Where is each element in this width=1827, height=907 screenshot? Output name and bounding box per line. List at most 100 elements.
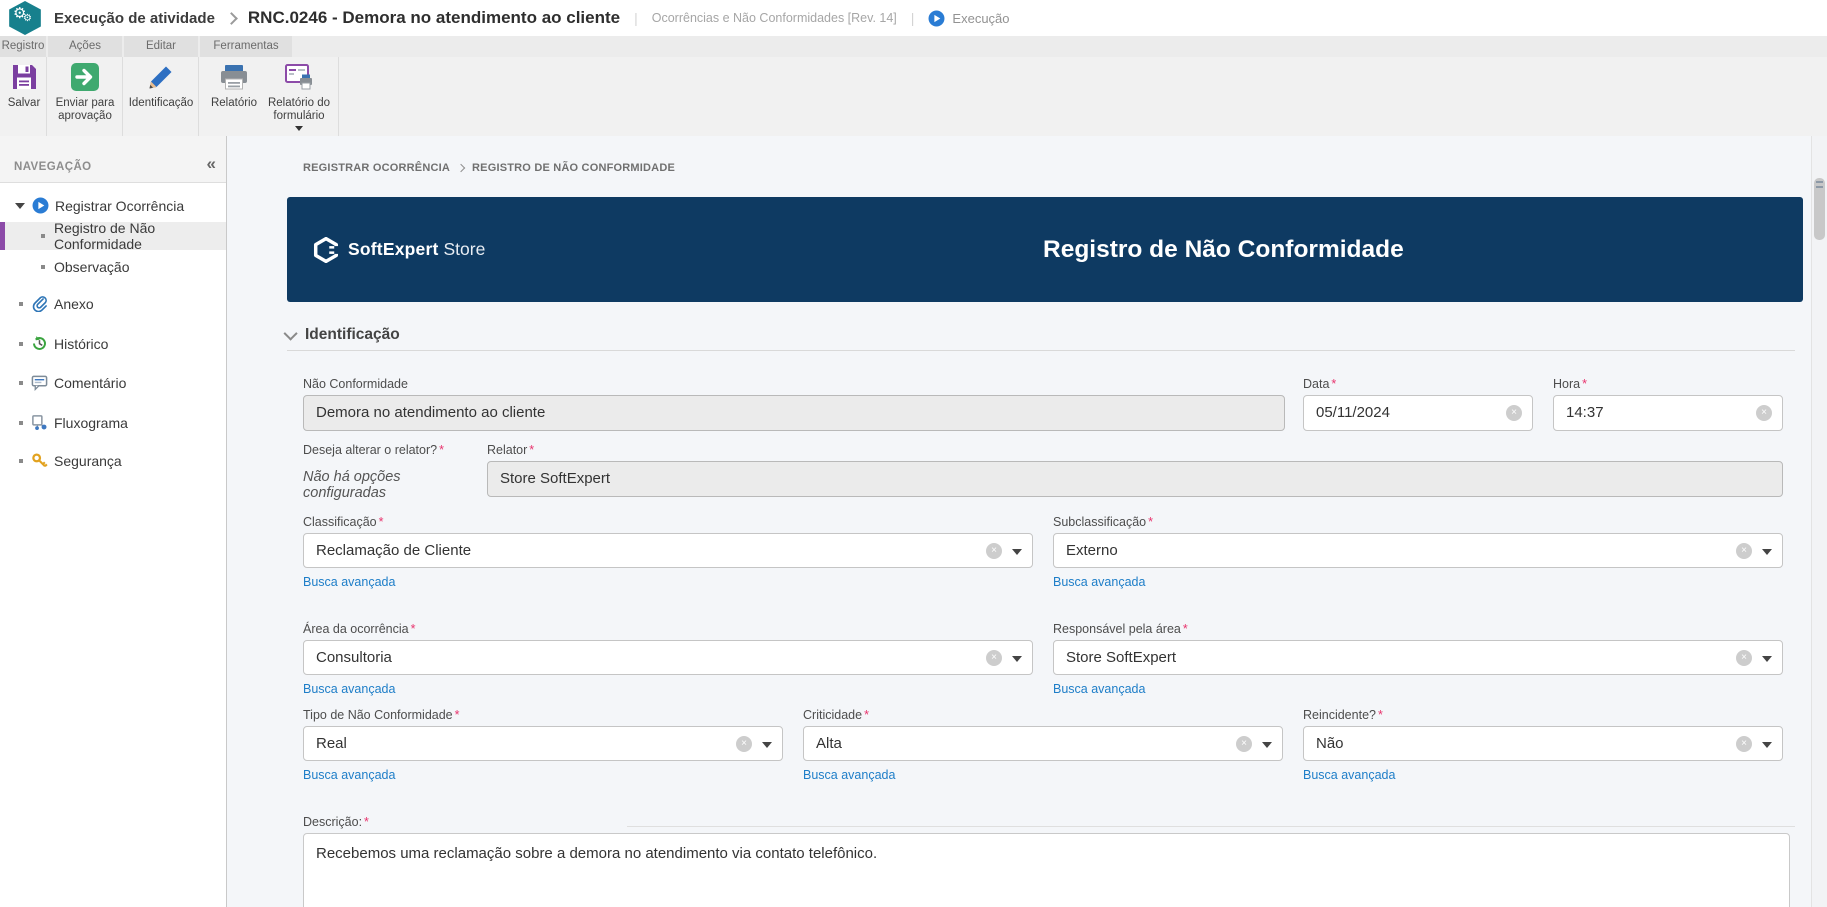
bullet-icon — [19, 380, 23, 385]
required-marker: * — [378, 515, 384, 529]
play-icon — [32, 197, 49, 214]
clear-icon[interactable]: × — [1736, 649, 1752, 666]
advanced-search-link[interactable]: Busca avançada — [803, 768, 895, 782]
toolbar-separator — [338, 57, 339, 136]
softexpert-hexagon-icon — [313, 236, 339, 263]
advanced-search-link[interactable]: Busca avançada — [1053, 575, 1145, 589]
field-area-ocorrencia: Área da ocorrência * Consultoria × Busca a… — [303, 622, 1033, 698]
clear-icon[interactable]: × — [1756, 405, 1772, 421]
identification-button[interactable]: Identificação — [122, 61, 200, 110]
dropdown-caret-icon[interactable] — [1762, 548, 1772, 555]
advanced-search-link[interactable]: Busca avançada — [303, 768, 395, 782]
responsavel-area-combobox[interactable]: Store SoftExpert × — [1053, 640, 1783, 675]
field-label: Descrição: — [303, 815, 363, 829]
field-descricao: Descrição: * Recebemos uma reclamação sob… — [303, 815, 1790, 907]
field-reincidente: Reincidente? * Não × Busca avançada — [1303, 708, 1783, 784]
vertical-scrollbar[interactable] — [1811, 136, 1827, 907]
dropdown-caret-icon[interactable] — [1012, 548, 1022, 555]
subclassificacao-combobox[interactable]: Externo × — [1053, 533, 1783, 568]
bullet-icon — [19, 420, 23, 425]
required-marker: * — [1377, 708, 1383, 722]
tree-item-anexo[interactable]: Anexo — [0, 290, 226, 317]
field-hora: Hora * 14:37 × — [1553, 377, 1783, 431]
tree-item-registro-nao-conformidade[interactable]: Registro de Não Conformidade — [0, 220, 226, 252]
area-ocorrencia-combobox[interactable]: Consultoria × — [303, 640, 1033, 675]
field-nao-conformidade: Não Conformidade Demora no atendimento a… — [303, 377, 1285, 431]
advanced-search-link[interactable]: Busca avançada — [1303, 768, 1395, 782]
criticidade-combobox[interactable]: Alta × — [803, 726, 1283, 761]
descricao-textarea[interactable]: Recebemos uma reclamação sobre a demora … — [303, 833, 1790, 907]
tree-item-seguranca[interactable]: Segurança — [0, 447, 226, 474]
clear-icon[interactable]: × — [1736, 735, 1752, 752]
dropdown-caret-icon[interactable] — [1012, 655, 1022, 662]
collapse-sidebar-button[interactable]: « — [207, 154, 216, 174]
save-button[interactable]: Salvar — [2, 61, 46, 110]
tree-expand-caret-icon[interactable] — [15, 202, 25, 209]
save-icon — [13, 65, 36, 89]
field-label: Tipo de Não Conformidade — [303, 708, 453, 722]
dropdown-caret-icon[interactable] — [1262, 741, 1272, 748]
clear-icon[interactable]: × — [1506, 405, 1522, 421]
field-criticidade: Criticidade * Alta × Busca avançada — [803, 708, 1283, 784]
tipo-nao-conformidade-combobox[interactable]: Real × — [303, 726, 783, 761]
data-input[interactable]: 05/11/2024 × — [1303, 395, 1533, 431]
activity-label: Execução de atividade — [54, 9, 215, 27]
advanced-search-link[interactable]: Busca avançada — [303, 682, 395, 696]
field-label: Data — [1303, 377, 1330, 391]
field-classificacao: Classificação * Reclamação de Cliente × Bu… — [303, 515, 1033, 591]
chevron-right-icon — [225, 11, 238, 25]
bullet-icon — [41, 234, 45, 238]
tree-item-comentario[interactable]: Comentário — [0, 369, 226, 396]
reincidente-combobox[interactable]: Não × — [1303, 726, 1783, 761]
bullet-icon — [41, 264, 45, 269]
breadcrumb-level1[interactable]: REGISTRAR OCORRÊNCIA — [303, 162, 450, 174]
clear-icon[interactable]: × — [986, 649, 1002, 666]
button-label: Relatório do formulário — [267, 97, 330, 122]
process-label: Ocorrências e Não Conformidades [Rev. 14… — [651, 11, 897, 25]
field-label: Não Conformidade — [303, 377, 408, 391]
tree-item-label: Observação — [54, 258, 130, 275]
clear-icon[interactable]: × — [1236, 735, 1252, 752]
send-for-approval-button[interactable]: Enviar para aprovação — [48, 61, 122, 123]
field-relator: Relator * Store SoftExpert — [487, 443, 1783, 497]
required-marker: * — [529, 443, 535, 457]
tree-item-observacao[interactable]: Observação — [0, 253, 226, 280]
tree-item-registrar-ocorrencia[interactable]: Registrar Ocorrência — [0, 192, 226, 219]
field-responsavel-area: Responsável pela área * Store SoftExpert ×… — [1053, 622, 1783, 698]
dropdown-caret-icon[interactable] — [1762, 741, 1772, 748]
classificacao-combobox[interactable]: Reclamação de Cliente × — [303, 533, 1033, 568]
clear-icon[interactable]: × — [736, 735, 752, 752]
field-label: Relator — [487, 443, 528, 457]
dropdown-caret-icon[interactable] — [295, 126, 303, 131]
advanced-search-link[interactable]: Busca avançada — [1053, 682, 1145, 696]
paperclip-icon — [32, 296, 47, 312]
clear-icon[interactable]: × — [986, 542, 1002, 559]
required-marker: * — [1331, 377, 1337, 391]
field-label: Reincidente? — [1303, 708, 1376, 722]
tree-item-fluxograma[interactable]: Fluxograma — [0, 409, 226, 436]
divider: | — [910, 10, 915, 26]
relator-input: Store SoftExpert — [487, 461, 1783, 497]
tab-acoes[interactable]: Ações — [48, 36, 122, 57]
dropdown-caret-icon[interactable] — [762, 741, 772, 748]
required-marker: * — [410, 622, 416, 636]
tree-item-historico[interactable]: Histórico — [0, 330, 226, 357]
section-identificacao[interactable]: Identificação — [283, 326, 400, 344]
record-title: RNC.0246 - Demora no atendimento ao clie… — [247, 8, 621, 27]
clear-icon[interactable]: × — [1736, 542, 1752, 559]
dropdown-caret-icon[interactable] — [1762, 655, 1772, 662]
field-label: Responsável pela área — [1053, 622, 1181, 636]
advanced-search-link[interactable]: Busca avançada — [303, 575, 395, 589]
tab-editar[interactable]: Editar — [124, 36, 198, 57]
form-report-button[interactable]: Relatório do formulário — [262, 61, 336, 131]
app-logo-gears-icon[interactable]: ⚙ ⚙ — [9, 1, 41, 35]
tab-registro[interactable]: Registro — [0, 36, 46, 57]
hora-input[interactable]: 14:37 × — [1553, 395, 1783, 431]
tab-ferramentas[interactable]: Ferramentas — [200, 36, 292, 57]
send-arrow-icon — [71, 63, 99, 91]
navigation-tree: Registrar Ocorrência Registro de Não Con… — [0, 182, 226, 907]
bullet-icon — [19, 301, 23, 306]
scrollbar-thumb[interactable] — [1814, 178, 1825, 240]
chevron-down-icon[interactable] — [283, 326, 298, 341]
report-button[interactable]: Relatório — [200, 61, 268, 110]
